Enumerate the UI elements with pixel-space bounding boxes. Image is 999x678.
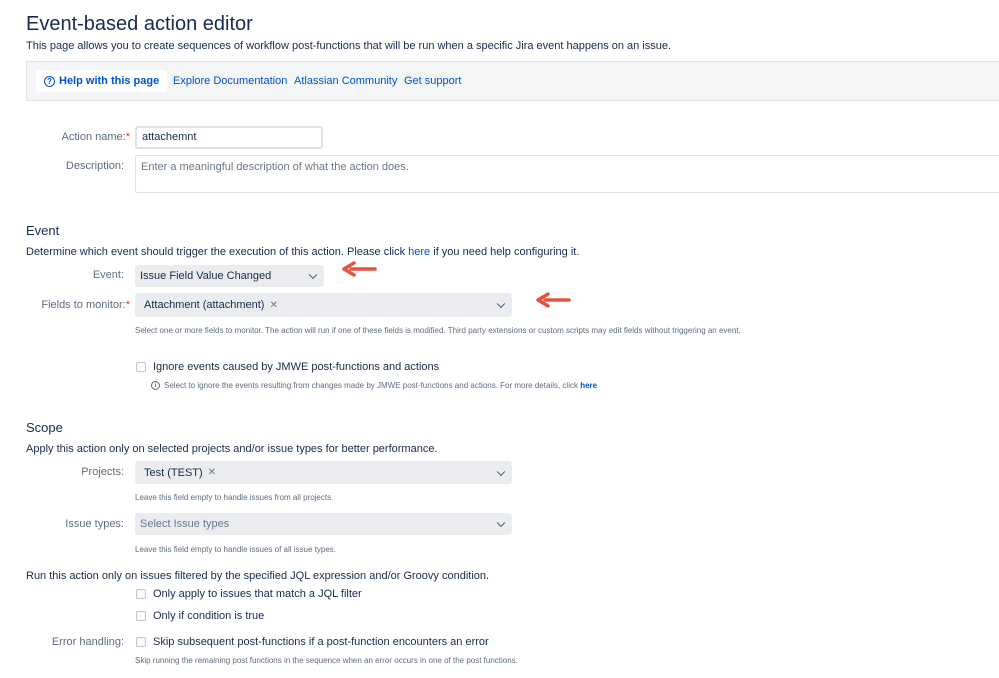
condition-checkbox-row[interactable]: Only if condition is true [136,610,264,622]
jql-checkbox-label: Only apply to issues that match a JQL fi… [153,588,362,600]
chevron-down-icon [496,467,506,476]
chevron-down-icon [496,299,506,309]
info-icon: i [151,381,160,391]
ignore-jmwe-checkbox[interactable] [136,362,146,372]
issue-types-select[interactable]: Select Issue types [135,513,512,535]
jql-intro: Run this action only on issues filtered … [26,570,490,582]
remove-chip-icon[interactable]: ✕ [269,300,277,311]
description-label: Description: [65,160,124,172]
scope-intro: Apply this action only on selected proje… [26,443,438,455]
field-chip: Attachment (attachment) ✕ [144,299,278,311]
scope-heading: Scope [26,420,63,435]
fields-to-monitor-select[interactable]: Attachment (attachment) ✕ [135,293,512,317]
action-name-label: Action name:* [61,131,130,143]
ignore-jmwe-hint: i Select to ignore the events resulting f… [151,381,597,391]
ignore-jmwe-checkbox-row[interactable]: Ignore events caused by JMWE post-functi… [136,361,439,373]
jmwe-details-link[interactable]: here [580,381,597,390]
error-checkbox-label: Skip subsequent post-functions if a post… [153,636,489,648]
page-subtitle: This page allows you to create sequences… [26,40,672,52]
chevron-down-icon [496,518,506,528]
jql-checkbox-row[interactable]: Only apply to issues that match a JQL fi… [136,588,362,600]
fields-hint: Select one or more fields to monitor. Th… [135,326,741,335]
issue-types-hint: Leave this field empty to handle issues … [135,545,336,554]
error-checkbox-row[interactable]: Skip subsequent post-functions if a post… [136,636,489,648]
jql-checkbox[interactable] [136,589,146,599]
condition-checkbox[interactable] [136,611,146,621]
issue-types-label: Issue types: [65,518,124,530]
fields-to-monitor-label: Fields to monitor:* [41,299,130,311]
projects-hint: Leave this field empty to handle issues … [135,493,334,502]
help-bar: ? Help with this page Explore Documentat… [26,61,999,101]
event-select[interactable]: Issue Field Value Changed [135,265,324,287]
get-support-link[interactable]: Get support [404,75,461,87]
event-intro: Determine which event should trigger the… [26,246,580,258]
annotation-arrow [536,292,571,308]
remove-chip-icon[interactable]: ✕ [208,467,216,478]
annotation-arrow [342,261,377,277]
error-hint: Skip running the remaining post function… [135,656,518,665]
help-button-label: Help with this page [59,75,160,87]
event-label: Event: [92,269,124,281]
projects-select[interactable]: Test (TEST) ✕ [135,461,512,484]
event-help-link[interactable]: here [408,246,430,258]
error-checkbox[interactable] [136,637,146,647]
description-textarea[interactable]: Enter a meaningful description of what t… [135,155,999,193]
page-title: Event-based action editor [26,13,253,35]
question-icon: ? [44,75,55,87]
ignore-jmwe-label: Ignore events caused by JMWE post-functi… [153,361,440,373]
project-chip: Test (TEST) ✕ [144,466,217,479]
condition-checkbox-label: Only if condition is true [153,610,265,622]
atlassian-community-link[interactable]: Atlassian Community [294,75,397,87]
error-handling-label: Error handling: [51,636,124,648]
chevron-down-icon [308,270,318,280]
projects-label: Projects: [81,466,124,478]
action-name-input[interactable]: attachemnt [135,126,323,149]
explore-documentation-link[interactable]: Explore Documentation [173,75,287,87]
event-heading: Event [26,223,60,238]
help-with-page-button[interactable]: ? Help with this page [36,70,168,92]
